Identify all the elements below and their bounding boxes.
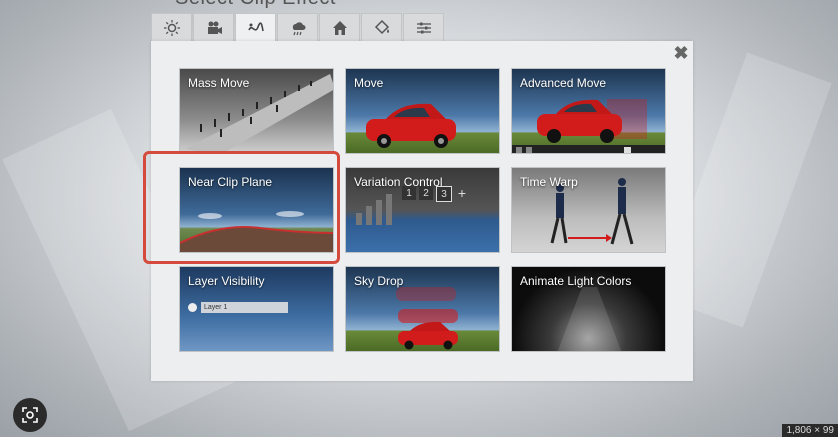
- effect-label: Mass Move: [188, 76, 250, 90]
- tab-objects[interactable]: [319, 13, 360, 41]
- variation-option-selected[interactable]: 3: [436, 186, 452, 202]
- highlight-box: [143, 151, 340, 264]
- camera-icon: [207, 21, 222, 34]
- effect-tile-sky-drop[interactable]: Sky Drop: [345, 266, 500, 352]
- effect-category-tabs: [151, 13, 444, 41]
- effect-tile-variation-control[interactable]: Variation Control 1 2 3 +: [345, 167, 500, 253]
- dialog-title: Select Clip Effect: [175, 0, 336, 10]
- sun-icon: [163, 19, 180, 36]
- effect-label: Advanced Move: [520, 76, 607, 90]
- close-button[interactable]: ✖: [671, 43, 691, 63]
- effect-tile-move[interactable]: Move: [345, 68, 500, 154]
- tab-weather[interactable]: [277, 13, 318, 41]
- image-size-label: 1,806 × 99: [782, 424, 838, 437]
- effect-label: Time Warp: [520, 175, 578, 189]
- sliders-icon: [416, 22, 431, 33]
- weather-icon: [292, 21, 305, 35]
- effect-label: Sky Drop: [354, 274, 404, 288]
- effect-tile-advanced-move[interactable]: Advanced Move: [511, 68, 666, 154]
- tab-motion[interactable]: [235, 13, 276, 41]
- tab-lighting[interactable]: [151, 13, 192, 41]
- variation-number-row: 1 2 3 +: [402, 185, 469, 202]
- motion-icon: [247, 21, 264, 31]
- variation-option[interactable]: 2: [419, 186, 433, 200]
- effect-tile-layer-visibility[interactable]: Layer Visibility Layer 1: [179, 266, 334, 352]
- layer-name-field: Layer 1: [201, 302, 288, 313]
- tab-settings[interactable]: [403, 13, 444, 41]
- effect-tile-animate-light-colors[interactable]: Animate Light Colors: [511, 266, 666, 352]
- effect-tile-time-warp[interactable]: Time Warp: [511, 167, 666, 253]
- house-icon: [332, 20, 347, 35]
- variation-option[interactable]: 1: [402, 186, 416, 200]
- effect-label: Move: [354, 76, 384, 90]
- effect-label: Layer Visibility: [188, 274, 265, 288]
- paint-bucket-icon: [374, 19, 389, 34]
- tab-materials[interactable]: [361, 13, 402, 41]
- add-variation-button[interactable]: +: [455, 185, 469, 201]
- effect-tile-mass-move[interactable]: Mass Move: [179, 68, 334, 154]
- eye-icon[interactable]: [188, 303, 197, 312]
- lens-icon: [22, 407, 38, 423]
- lens-button[interactable]: [13, 398, 47, 432]
- tab-camera[interactable]: [193, 13, 234, 41]
- effect-label: Animate Light Colors: [520, 274, 632, 288]
- layer-row: Layer 1: [188, 302, 288, 313]
